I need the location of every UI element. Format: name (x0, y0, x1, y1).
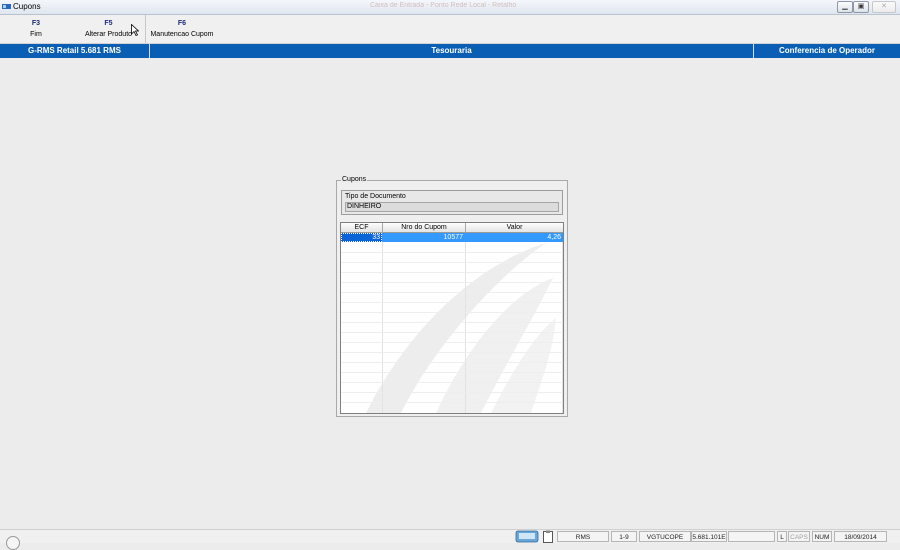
cupons-groupbox: Cupons Tipo de Documento DINHEIRO ECF Nr… (336, 176, 568, 417)
status-date: 18/09/2014 (834, 531, 887, 542)
toolbar-item-fim[interactable]: F3 Fim (8, 15, 64, 43)
column-header-valor[interactable]: Valor (466, 223, 563, 232)
close-icon: ✕ (881, 3, 887, 10)
grid-row-line (341, 292, 563, 293)
grid-row-line (341, 342, 563, 343)
column-header-ecf[interactable]: ECF (341, 223, 383, 232)
header-screen: Conferencia de Operador (778, 46, 876, 55)
toolbar-key: F6 (177, 20, 187, 27)
grid-row-line (341, 362, 563, 363)
table-row[interactable]: 33 10577 4,26 (341, 233, 563, 242)
grid-row-line (341, 382, 563, 383)
toolbar-label: Fim (30, 31, 42, 38)
function-toolbar: F3 Fim F5 Alterar Produto F6 Manutencao … (0, 15, 900, 44)
grid-row-line (341, 252, 563, 253)
header-module: Tesouraria (150, 44, 754, 58)
minimize-icon: ▁ (842, 3, 848, 10)
grid-row-line (341, 332, 563, 333)
status-empty (728, 531, 775, 542)
cell-valor[interactable]: 4,26 (465, 233, 563, 242)
mouse-cursor-icon (131, 24, 139, 36)
toolbar-label: Manutencao Cupom (150, 31, 214, 38)
status-range: 1-9 (611, 531, 637, 542)
grid-row-line (341, 402, 563, 403)
tipo-documento-box: Tipo de Documento DINHEIRO (341, 190, 563, 215)
tipo-documento-label: Tipo de Documento (345, 193, 406, 200)
status-system: RMS (557, 531, 609, 542)
network-icon (515, 530, 539, 543)
start-orb-icon[interactable] (6, 536, 20, 550)
restore-button[interactable]: ▣ (853, 1, 869, 13)
toolbar-key: F3 (31, 20, 41, 27)
grid-row-line (341, 272, 563, 273)
grid-row-line (341, 262, 563, 263)
grid-row-line (341, 312, 563, 313)
restore-icon: ▣ (857, 3, 865, 10)
window-title: Cupons (13, 2, 41, 11)
minimize-button[interactable]: ▁ (837, 1, 853, 13)
clipboard-icon (543, 530, 553, 543)
column-header-cupom[interactable]: Nro do Cupom (383, 223, 466, 232)
status-l: L (777, 531, 787, 542)
grid-row-line (341, 322, 563, 323)
window-ghost-title: Caixa de Entrada - Ponto Rede Local - Re… (370, 2, 517, 9)
module-header: G-RMS Retail 5.681 RMS Tesouraria Confer… (0, 44, 900, 58)
cupons-grid[interactable]: ECF Nro do Cupom Valor 33 10577 4,26 (340, 222, 564, 414)
grid-row-line (341, 302, 563, 303)
status-caps: CAPS (788, 531, 810, 542)
tipo-documento-field[interactable]: DINHEIRO (345, 202, 559, 212)
status-program: VGTUCOPE (639, 531, 691, 542)
title-bar: Cupons Caixa de Entrada - Ponto Rede Loc… (0, 0, 900, 15)
grid-row-line (341, 372, 563, 373)
cell-cupom[interactable]: 10577 (382, 233, 465, 242)
header-app-version: G-RMS Retail 5.681 RMS (0, 44, 150, 58)
cupons-legend: Cupons (341, 176, 368, 183)
grid-row-line (341, 352, 563, 353)
app-icon (2, 4, 11, 9)
cell-ecf[interactable]: 33 (341, 233, 382, 242)
status-num: NUM (812, 531, 832, 542)
grid-row-line (341, 282, 563, 283)
grid-row-line (341, 392, 563, 393)
status-bar: RMS 1-9 VGTUCOPE 5.681.101E L CAPS NUM 1… (0, 529, 900, 543)
grid-header: ECF Nro do Cupom Valor (341, 223, 563, 233)
toolbar-item-manutencao-cupom[interactable]: F6 Manutencao Cupom (146, 15, 218, 43)
status-version: 5.681.101E (691, 531, 727, 542)
close-button[interactable]: ✕ (872, 1, 896, 13)
